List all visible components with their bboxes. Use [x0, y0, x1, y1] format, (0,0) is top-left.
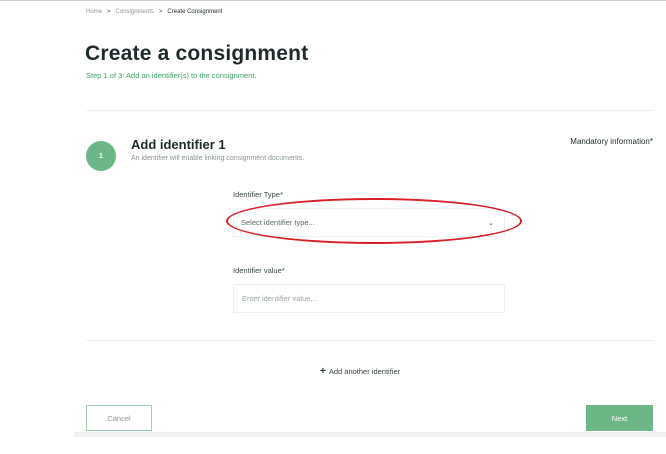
- next-button[interactable]: Next: [586, 405, 653, 431]
- add-another-identifier-label: Add another identifier: [328, 367, 401, 376]
- breadcrumb-separator: >: [158, 9, 163, 15]
- section-title: Add identifier 1: [131, 137, 226, 152]
- breadcrumb-consignments[interactable]: Consignments: [116, 9, 154, 15]
- step-number-badge: 1: [86, 141, 116, 171]
- identifier-type-placeholder: Select identifier type...: [241, 218, 315, 227]
- page-title: Create a consignment: [85, 42, 309, 65]
- cancel-button[interactable]: Cancel: [86, 405, 152, 431]
- step-indicator: Step 1 of 3: Add an identifier(s) to the…: [86, 71, 257, 80]
- breadcrumb: Home > Consignments > Create Consignment: [86, 9, 222, 15]
- identifier-type-label: Identifier Type*: [233, 190, 283, 199]
- breadcrumb-separator: >: [107, 9, 111, 15]
- footer-bar: [74, 432, 666, 437]
- identifier-type-select[interactable]: Select identifier type... ⌄: [233, 208, 505, 237]
- divider: [86, 340, 654, 341]
- identifier-value-label: Identifier value*: [233, 266, 285, 275]
- breadcrumb-current: Create Consignment: [167, 9, 223, 15]
- identifier-value-input[interactable]: Enter identifier value...: [233, 284, 505, 313]
- identifier-value-placeholder: Enter identifier value...: [242, 294, 317, 303]
- section-subtitle: An identifier will enable linking consig…: [131, 155, 305, 162]
- breadcrumb-home[interactable]: Home: [86, 9, 102, 15]
- divider: [86, 110, 654, 111]
- chevron-down-icon: ⌄: [488, 219, 494, 227]
- top-rule: [0, 0, 666, 1]
- mandatory-information-note: Mandatory information*: [570, 137, 653, 146]
- plus-icon: +: [320, 366, 326, 377]
- add-another-identifier-button[interactable]: + Add another identifier: [320, 366, 400, 377]
